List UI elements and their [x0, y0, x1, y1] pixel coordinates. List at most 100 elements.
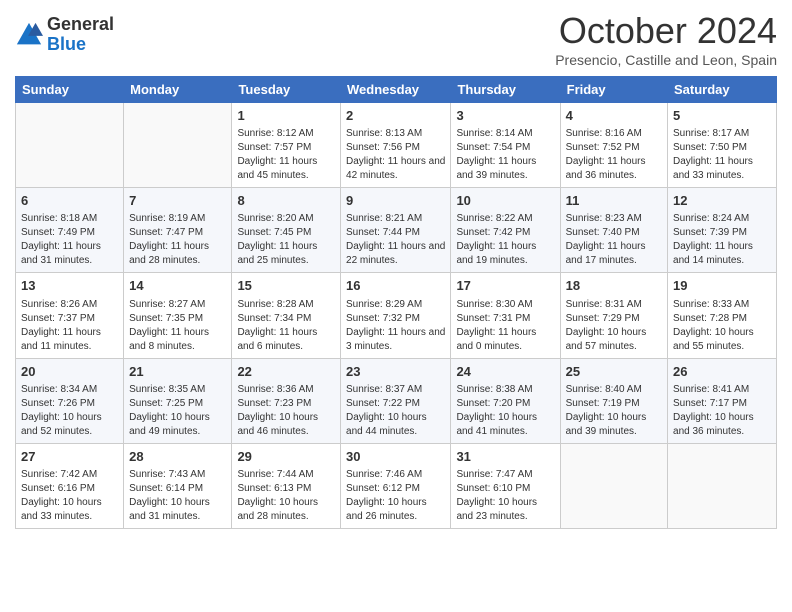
calendar-cell: 31 Sunrise: 7:47 AM Sunset: 6:10 PM Dayli…: [451, 443, 560, 528]
day-number: 20: [21, 363, 118, 381]
calendar-cell: 29Sunrise: 7:44 AM Sunset: 6:13 PM Dayli…: [232, 443, 341, 528]
day-number: 17: [456, 277, 554, 295]
day-info: Sunrise: 8:40 AM Sunset: 7:19 PM Dayligh…: [566, 383, 662, 439]
day-info: Sunrise: 8:14 AM Sunset: 7:54 PM Dayligh…: [456, 127, 554, 183]
calendar-cell: 8Sunrise: 8:20 AM Sunset: 7:45 PM Daylig…: [232, 188, 341, 273]
day-number: 1: [237, 107, 335, 125]
calendar-cell: 14 Sunrise: 8:27 AM Sunset: 7:35 PM Dayli…: [124, 273, 232, 358]
calendar-header-monday: Monday: [124, 77, 232, 103]
calendar-cell: 21 Sunrise: 8:35 AM Sunset: 7:25 PM Dayli…: [124, 358, 232, 443]
day-number: 10: [456, 192, 554, 210]
day-info: Sunrise: 7:47 AM Sunset: 6:10 PM Dayligh…: [456, 468, 554, 524]
day-number: 13: [21, 277, 118, 295]
day-number: 29: [237, 448, 335, 466]
day-number: 12: [673, 192, 771, 210]
day-info: Sunrise: 8:23 AM Sunset: 7:40 PM Dayligh…: [566, 212, 662, 268]
calendar-cell: 23 Sunrise: 8:37 AM Sunset: 7:22 PM Dayli…: [341, 358, 451, 443]
day-number: 2: [346, 107, 445, 125]
day-number: 25: [566, 363, 662, 381]
day-number: 11: [566, 192, 662, 210]
day-number: 31: [456, 448, 554, 466]
calendar-week-row: 6 Sunrise: 8:18 AM Sunset: 7:49 PM Daylig…: [16, 188, 777, 273]
calendar-cell: [124, 103, 232, 188]
day-number: 3: [456, 107, 554, 125]
day-number: 9: [346, 192, 445, 210]
day-info: Sunrise: 8:28 AM Sunset: 7:34 PM Dayligh…: [237, 298, 335, 354]
calendar-header-thursday: Thursday: [451, 77, 560, 103]
day-number: 5: [673, 107, 771, 125]
calendar-cell: 26 Sunrise: 8:41 AM Sunset: 7:17 PM Dayli…: [668, 358, 777, 443]
day-number: 22: [237, 363, 335, 381]
day-info: Sunrise: 8:22 AM Sunset: 7:42 PM Dayligh…: [456, 212, 554, 268]
logo-general: General: [47, 15, 114, 35]
calendar-header-friday: Friday: [560, 77, 667, 103]
calendar-cell: 6 Sunrise: 8:18 AM Sunset: 7:49 PM Daylig…: [16, 188, 124, 273]
logo-blue: Blue: [47, 35, 114, 55]
day-number: 23: [346, 363, 445, 381]
day-info: Sunrise: 8:13 AM Sunset: 7:56 PM Dayligh…: [346, 127, 445, 183]
calendar-cell: 1 Sunrise: 8:12 AM Sunset: 7:57 PM Daylig…: [232, 103, 341, 188]
calendar-cell: [560, 443, 667, 528]
calendar-header-row: SundayMondayTuesdayWednesdayThursdayFrid…: [16, 77, 777, 103]
day-info: Sunrise: 7:42 AM Sunset: 6:16 PM Dayligh…: [21, 468, 118, 524]
calendar-cell: 18Sunrise: 8:31 AM Sunset: 7:29 PM Dayli…: [560, 273, 667, 358]
day-info: Sunrise: 8:26 AM Sunset: 7:37 PM Dayligh…: [21, 298, 118, 354]
day-number: 6: [21, 192, 118, 210]
page: General Blue October 2024 Presencio, Cas…: [0, 0, 792, 612]
calendar-header-tuesday: Tuesday: [232, 77, 341, 103]
day-number: 26: [673, 363, 771, 381]
calendar-cell: 30 Sunrise: 7:46 AM Sunset: 6:12 PM Dayli…: [341, 443, 451, 528]
day-info: Sunrise: 8:30 AM Sunset: 7:31 PM Dayligh…: [456, 298, 554, 354]
day-info: Sunrise: 8:38 AM Sunset: 7:20 PM Dayligh…: [456, 383, 554, 439]
day-info: Sunrise: 8:33 AM Sunset: 7:28 PM Dayligh…: [673, 298, 771, 354]
day-info: Sunrise: 8:12 AM Sunset: 7:57 PM Dayligh…: [237, 127, 335, 183]
day-info: Sunrise: 8:41 AM Sunset: 7:17 PM Dayligh…: [673, 383, 771, 439]
day-info: Sunrise: 7:43 AM Sunset: 6:14 PM Dayligh…: [129, 468, 226, 524]
calendar-header-wednesday: Wednesday: [341, 77, 451, 103]
calendar-header-sunday: Sunday: [16, 77, 124, 103]
day-info: Sunrise: 8:31 AM Sunset: 7:29 PM Dayligh…: [566, 298, 662, 354]
calendar-week-row: 27Sunrise: 7:42 AM Sunset: 6:16 PM Dayli…: [16, 443, 777, 528]
calendar-cell: 19Sunrise: 8:33 AM Sunset: 7:28 PM Dayli…: [668, 273, 777, 358]
calendar-cell: 17 Sunrise: 8:30 AM Sunset: 7:31 PM Dayli…: [451, 273, 560, 358]
day-info: Sunrise: 8:36 AM Sunset: 7:23 PM Dayligh…: [237, 383, 335, 439]
logo-text: General Blue: [47, 15, 114, 55]
day-number: 16: [346, 277, 445, 295]
calendar-cell: 25 Sunrise: 8:40 AM Sunset: 7:19 PM Dayli…: [560, 358, 667, 443]
day-info: Sunrise: 8:21 AM Sunset: 7:44 PM Dayligh…: [346, 212, 445, 268]
day-number: 15: [237, 277, 335, 295]
day-number: 21: [129, 363, 226, 381]
calendar-cell: 4Sunrise: 8:16 AM Sunset: 7:52 PM Daylig…: [560, 103, 667, 188]
day-number: 28: [129, 448, 226, 466]
calendar-header-saturday: Saturday: [668, 77, 777, 103]
day-info: Sunrise: 8:24 AM Sunset: 7:39 PM Dayligh…: [673, 212, 771, 268]
logo-icon: [15, 21, 43, 49]
calendar-week-row: 20Sunrise: 8:34 AM Sunset: 7:26 PM Dayli…: [16, 358, 777, 443]
calendar-cell: 22 Sunrise: 8:36 AM Sunset: 7:23 PM Dayli…: [232, 358, 341, 443]
day-number: 30: [346, 448, 445, 466]
calendar-cell: 20Sunrise: 8:34 AM Sunset: 7:26 PM Dayli…: [16, 358, 124, 443]
calendar-table: SundayMondayTuesdayWednesdayThursdayFrid…: [15, 76, 777, 529]
calendar-cell: 2 Sunrise: 8:13 AM Sunset: 7:56 PM Daylig…: [341, 103, 451, 188]
calendar-cell: 10 Sunrise: 8:22 AM Sunset: 7:42 PM Dayli…: [451, 188, 560, 273]
calendar-cell: 7 Sunrise: 8:19 AM Sunset: 7:47 PM Daylig…: [124, 188, 232, 273]
title-block: October 2024 Presencio, Castille and Leo…: [555, 10, 777, 68]
day-number: 7: [129, 192, 226, 210]
calendar-cell: 11 Sunrise: 8:23 AM Sunset: 7:40 PM Dayli…: [560, 188, 667, 273]
day-info: Sunrise: 8:37 AM Sunset: 7:22 PM Dayligh…: [346, 383, 445, 439]
calendar-cell: [668, 443, 777, 528]
day-number: 8: [237, 192, 335, 210]
calendar-cell: 24Sunrise: 8:38 AM Sunset: 7:20 PM Dayli…: [451, 358, 560, 443]
calendar-cell: 16 Sunrise: 8:29 AM Sunset: 7:32 PM Dayli…: [341, 273, 451, 358]
day-info: Sunrise: 8:18 AM Sunset: 7:49 PM Dayligh…: [21, 212, 118, 268]
day-number: 14: [129, 277, 226, 295]
month-title: October 2024: [555, 10, 777, 52]
day-info: Sunrise: 7:46 AM Sunset: 6:12 PM Dayligh…: [346, 468, 445, 524]
day-info: Sunrise: 8:29 AM Sunset: 7:32 PM Dayligh…: [346, 298, 445, 354]
calendar-week-row: 1 Sunrise: 8:12 AM Sunset: 7:57 PM Daylig…: [16, 103, 777, 188]
calendar-cell: 3 Sunrise: 8:14 AM Sunset: 7:54 PM Daylig…: [451, 103, 560, 188]
day-info: Sunrise: 8:35 AM Sunset: 7:25 PM Dayligh…: [129, 383, 226, 439]
day-info: Sunrise: 8:19 AM Sunset: 7:47 PM Dayligh…: [129, 212, 226, 268]
day-info: Sunrise: 8:27 AM Sunset: 7:35 PM Dayligh…: [129, 298, 226, 354]
day-number: 4: [566, 107, 662, 125]
